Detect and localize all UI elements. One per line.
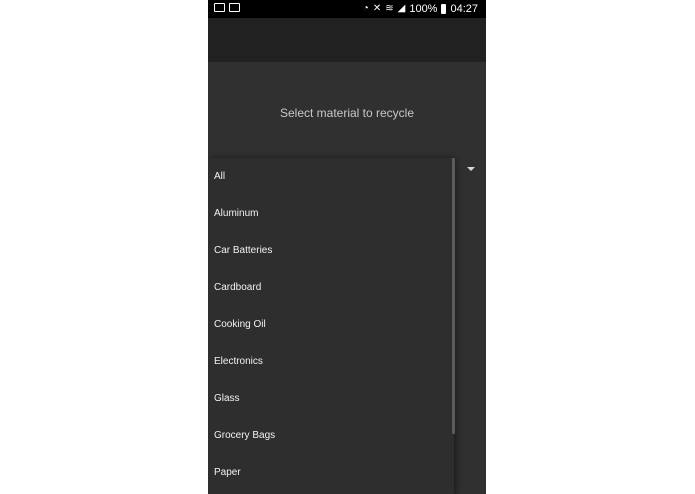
chevron-down-icon[interactable] <box>467 167 475 171</box>
status-left <box>214 3 240 12</box>
dropdown-item-cardboard[interactable]: Cardboard <box>208 269 454 306</box>
dropdown-item-aluminum[interactable]: Aluminum <box>208 195 454 232</box>
battery-percent: 100% <box>409 3 438 15</box>
status-right: ◔ ✕ ≋ ◢ 100% 04:27 <box>363 2 478 16</box>
material-dropdown-list[interactable]: All Aluminum Car Batteries Cardboard Coo… <box>208 158 455 494</box>
wifi-icon: ≋ <box>385 3 394 14</box>
signal-icon: ◢ <box>397 3 406 14</box>
dropdown-item-glass[interactable]: Glass <box>208 380 454 417</box>
image-icon <box>229 3 240 12</box>
app-toolbar <box>208 18 486 62</box>
mail-icon <box>214 3 225 12</box>
dropdown-item-cooking-oil[interactable]: Cooking Oil <box>208 306 454 343</box>
dropdown-scrollbar[interactable] <box>452 158 455 434</box>
clock: 04:27 <box>450 3 478 15</box>
battery-icon <box>441 4 447 14</box>
dropdown-item-paper[interactable]: Paper <box>208 454 454 491</box>
mute-icon: ✕ <box>372 3 382 14</box>
dropdown-item-electronics[interactable]: Electronics <box>208 343 454 380</box>
status-bar: ◔ ✕ ≋ ◢ 100% 04:27 <box>208 0 486 18</box>
dropdown-item-all[interactable]: All <box>208 158 454 195</box>
data-saver-icon: ◔ <box>362 3 369 14</box>
phone-screen: ◔ ✕ ≋ ◢ 100% 04:27 Select material to re… <box>208 0 486 494</box>
select-prompt: Select material to recycle <box>279 106 415 120</box>
dropdown-item-grocery-bags[interactable]: Grocery Bags <box>208 417 454 454</box>
dropdown-item-car-batteries[interactable]: Car Batteries <box>208 232 454 269</box>
